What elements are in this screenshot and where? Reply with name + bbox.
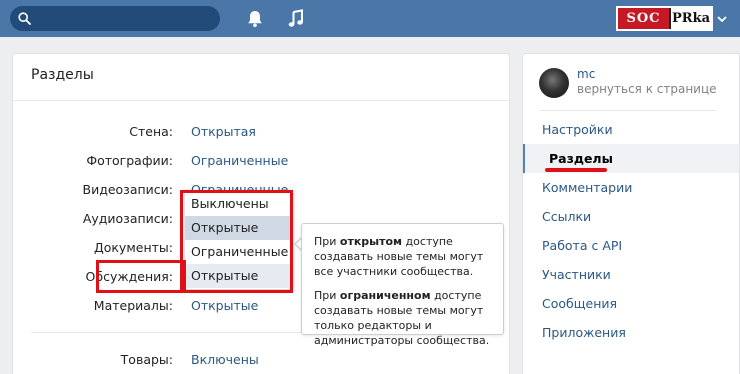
highlight-discussions-box (96, 260, 186, 293)
access-tooltip: При открытом доступе создавать новые тем… (301, 223, 504, 347)
highlight-dropdown-box (180, 190, 293, 293)
bell-icon[interactable] (245, 9, 265, 29)
documents-label: Документы: (93, 240, 173, 255)
logo: SOC PRka (616, 6, 713, 31)
search-input[interactable] (38, 6, 214, 31)
wall-value[interactable]: Открытая (191, 124, 256, 139)
search-icon (18, 12, 31, 25)
materials-value[interactable]: Открытые (191, 298, 258, 313)
sidebar-item-api[interactable]: Работа с API (523, 231, 739, 260)
goods-label: Товары: (120, 352, 173, 367)
right-panel: mc вернуться к странице Настройки Раздел… (522, 53, 740, 374)
search-box[interactable] (10, 6, 220, 31)
photos-value[interactable]: Ограниченные (191, 153, 288, 168)
divider (13, 100, 509, 101)
tooltip-limited-text: При ограниченном доступе создавать новые… (314, 289, 490, 347)
videos-label: Видеозаписи: (82, 182, 174, 197)
sidebar-item-members[interactable]: Участники (523, 260, 739, 289)
goods-value[interactable]: Включены (191, 352, 259, 367)
sidebar-item-messages[interactable]: Сообщения (523, 289, 739, 318)
back-link[interactable]: вернуться к странице (577, 82, 717, 96)
materials-label: Материалы: (93, 298, 173, 313)
group-name[interactable]: mc (577, 67, 595, 81)
logo-soc: SOC (618, 8, 671, 29)
music-icon[interactable] (286, 9, 306, 29)
sidebar-item-links[interactable]: Ссылки (523, 202, 739, 231)
sidebar-item-comments[interactable]: Комментарии (523, 173, 739, 202)
sidebar-item-apps[interactable]: Приложения (523, 318, 739, 347)
avatar[interactable] (539, 68, 569, 98)
divider (539, 110, 717, 111)
top-bar: SOC PRka (0, 0, 740, 37)
tooltip-open-text: При открытом доступе создавать новые тем… (314, 235, 484, 278)
highlight-underline (545, 168, 607, 172)
logo-prka: PRka (671, 8, 711, 29)
wall-label: Стена: (129, 124, 173, 139)
page-title: Разделы (31, 67, 94, 83)
chevron-down-icon[interactable] (717, 15, 727, 23)
audio-label: Аудиозаписи: (82, 211, 173, 226)
sidebar-item-settings[interactable]: Настройки (523, 115, 739, 144)
photos-label: Фотографии: (86, 153, 173, 168)
